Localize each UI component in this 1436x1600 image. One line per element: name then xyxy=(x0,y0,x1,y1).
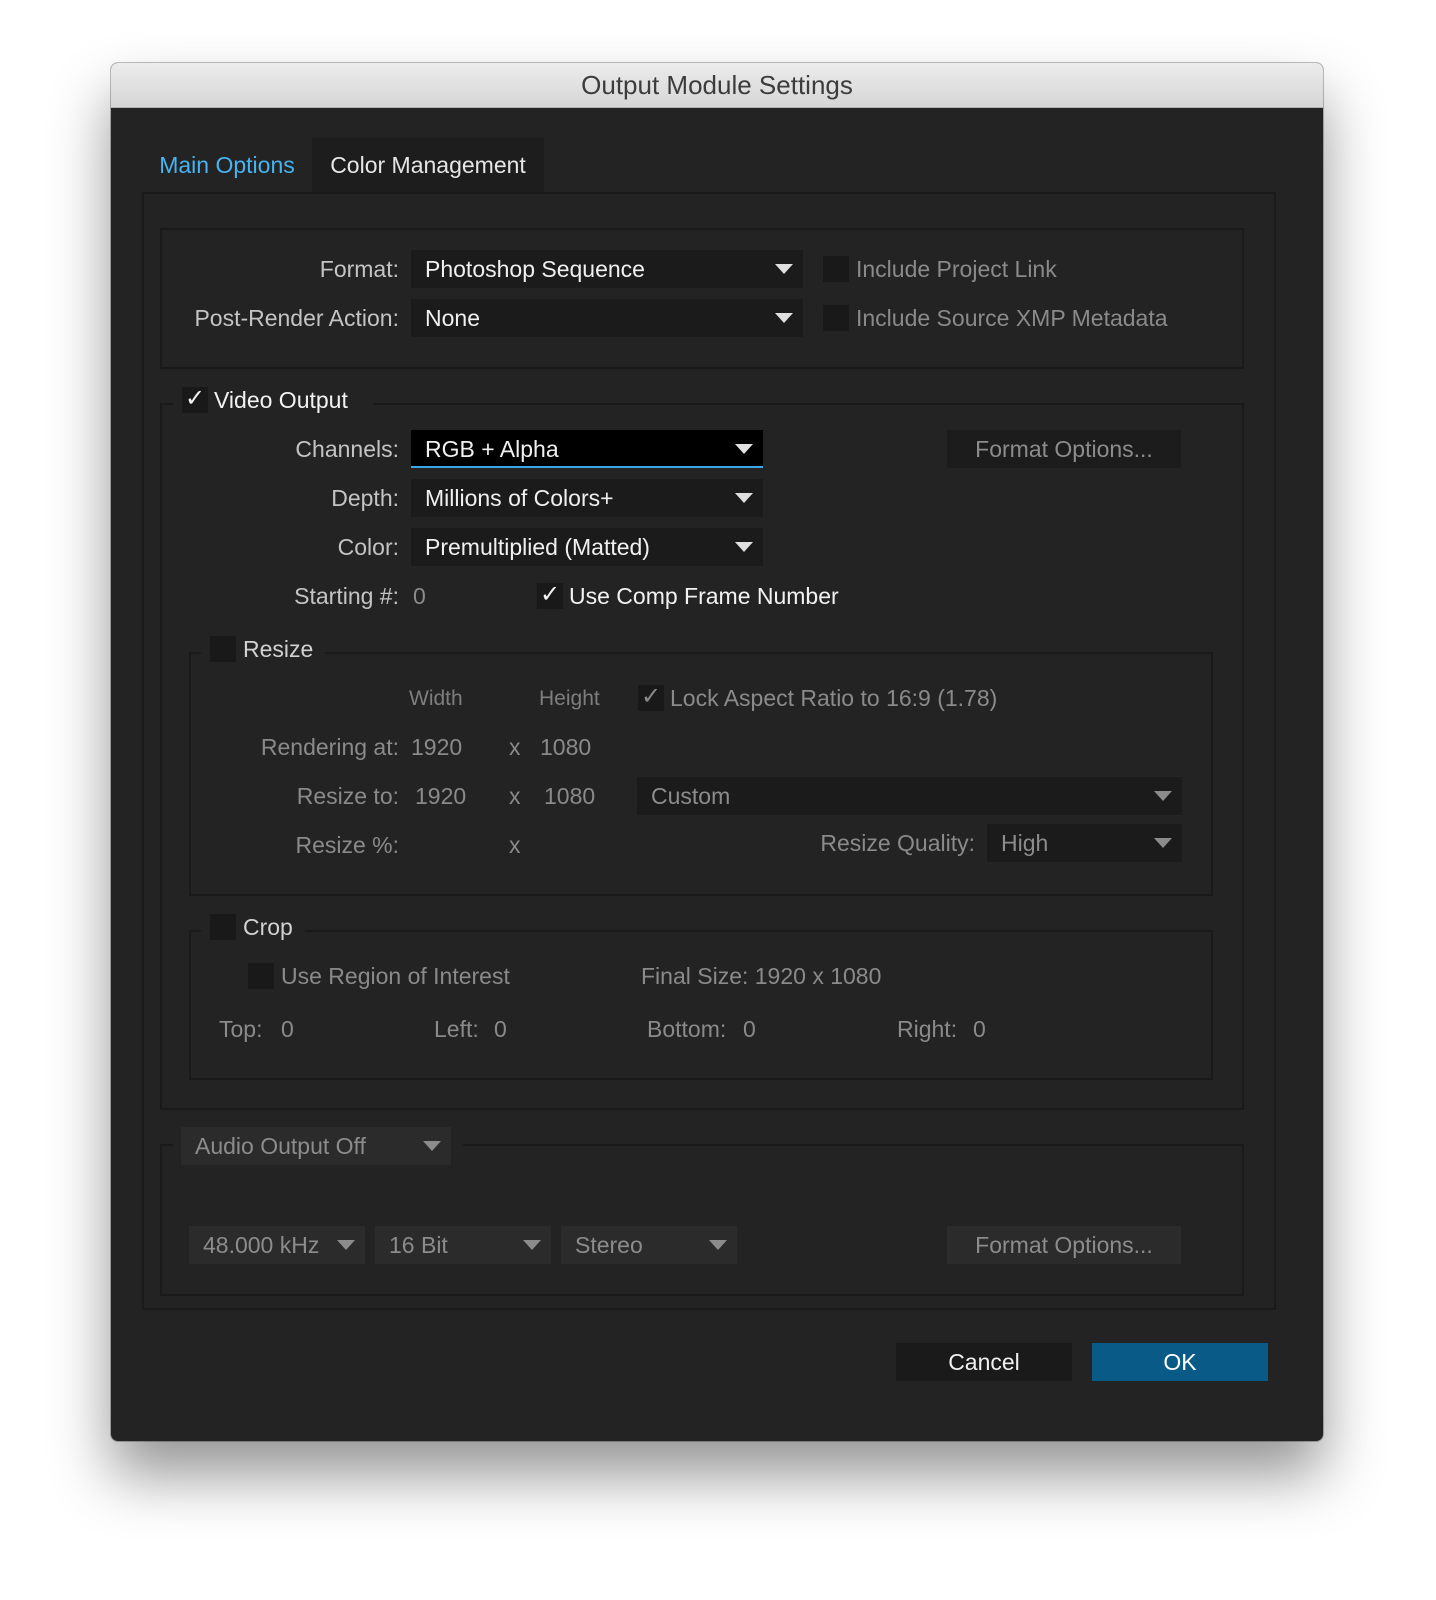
crop-bottom-field[interactable]: 0 xyxy=(743,1015,756,1043)
chevron-down-icon xyxy=(775,313,793,323)
resize-quality-label: Resize Quality: xyxy=(820,830,975,856)
use-roi-label: Use Region of Interest xyxy=(281,963,510,989)
crop-right-field[interactable]: 0 xyxy=(973,1015,986,1043)
chevron-down-icon xyxy=(735,493,753,503)
resize-percent-label: Resize %: xyxy=(295,832,399,858)
channels-value: RGB + Alpha xyxy=(425,436,559,462)
rendering-height: 1080 xyxy=(540,734,592,760)
chevron-down-icon xyxy=(709,1240,727,1250)
resize-preset-dropdown[interactable]: Custom xyxy=(637,777,1182,815)
color-label: Color: xyxy=(337,534,399,560)
depth-dropdown[interactable]: Millions of Colors+ xyxy=(411,479,763,517)
color-value: Premultiplied (Matted) xyxy=(425,534,650,560)
rendering-width: 1920 xyxy=(411,734,463,760)
format-value: Photoshop Sequence xyxy=(425,256,645,282)
audio-sample-rate-value: 48.000 kHz xyxy=(203,1232,320,1258)
chevron-down-icon xyxy=(1154,838,1172,848)
rendering-x: x xyxy=(509,734,521,760)
depth-value: Millions of Colors+ xyxy=(425,485,614,511)
post-render-dropdown[interactable]: None xyxy=(411,299,803,337)
crop-group xyxy=(189,930,1213,1080)
use-comp-frame-checkbox[interactable]: ✓ xyxy=(537,583,563,609)
use-comp-frame-label: Use Comp Frame Number xyxy=(569,583,839,609)
include-project-link-checkbox[interactable] xyxy=(823,256,849,282)
ok-button[interactable]: OK xyxy=(1092,1343,1268,1381)
audio-output-group xyxy=(160,1144,1244,1296)
tab-main-options[interactable]: Main Options xyxy=(142,138,312,192)
crop-bottom-label: Bottom: xyxy=(647,1016,727,1042)
depth-label: Depth: xyxy=(331,485,399,511)
chevron-down-icon xyxy=(1154,791,1172,801)
chevron-down-icon xyxy=(423,1141,441,1151)
resize-percent-x: x xyxy=(509,832,521,858)
tab-color-management[interactable]: Color Management xyxy=(312,138,544,192)
post-render-value: None xyxy=(425,305,480,331)
final-size-label: Final Size: 1920 x 1080 xyxy=(641,963,882,989)
chevron-down-icon xyxy=(775,264,793,274)
audio-bit-depth-dropdown[interactable]: 16 Bit xyxy=(375,1226,551,1264)
include-xmp-label: Include Source XMP Metadata xyxy=(856,305,1168,331)
channels-dropdown[interactable]: RGB + Alpha xyxy=(411,430,763,468)
window-title: Output Module Settings xyxy=(111,63,1323,108)
color-dropdown[interactable]: Premultiplied (Matted) xyxy=(411,528,763,566)
include-project-link-label: Include Project Link xyxy=(856,256,1057,282)
use-roi-checkbox[interactable] xyxy=(248,963,274,989)
resize-checkbox[interactable] xyxy=(210,636,236,662)
post-render-label: Post-Render Action: xyxy=(194,305,399,331)
format-dropdown[interactable]: Photoshop Sequence xyxy=(411,250,803,288)
resize-quality-value: High xyxy=(1001,830,1049,856)
audio-sample-rate-dropdown[interactable]: 48.000 kHz xyxy=(189,1226,365,1264)
resize-to-width-field[interactable]: 1920 xyxy=(415,782,466,810)
chevron-down-icon xyxy=(735,542,753,552)
video-output-checkbox[interactable]: ✓ xyxy=(182,387,208,413)
resize-to-x: x xyxy=(509,783,521,809)
rendering-at-label: Rendering at: xyxy=(260,734,399,760)
width-header: Width xyxy=(409,687,463,710)
audio-bit-depth-value: 16 Bit xyxy=(389,1232,448,1258)
crop-label: Crop xyxy=(243,914,293,940)
chevron-down-icon xyxy=(337,1240,355,1250)
video-format-options-button[interactable]: Format Options... xyxy=(947,430,1181,468)
include-xmp-checkbox[interactable] xyxy=(823,305,849,331)
channels-label: Channels: xyxy=(295,436,399,462)
resize-preset-value: Custom xyxy=(651,783,731,809)
crop-left-label: Left: xyxy=(434,1016,479,1042)
resize-quality-dropdown[interactable]: High xyxy=(987,824,1182,862)
output-module-settings-dialog: Output Module Settings Main Options Colo… xyxy=(111,63,1323,1441)
crop-top-label: Top: xyxy=(219,1016,263,1042)
resize-to-height-field[interactable]: 1080 xyxy=(544,782,595,810)
cancel-button[interactable]: Cancel xyxy=(896,1343,1072,1381)
lock-aspect-label: Lock Aspect Ratio to 16:9 (1.78) xyxy=(670,685,998,711)
video-output-label: Video Output xyxy=(214,387,348,413)
lock-aspect-checkbox[interactable]: ✓ xyxy=(638,685,664,711)
resize-to-label: Resize to: xyxy=(296,783,399,809)
chevron-down-icon xyxy=(523,1240,541,1250)
audio-channels-dropdown[interactable]: Stereo xyxy=(561,1226,737,1264)
audio-format-options-button[interactable]: Format Options... xyxy=(947,1226,1181,1264)
crop-checkbox[interactable] xyxy=(210,914,236,940)
audio-output-mode-dropdown[interactable]: Audio Output Off xyxy=(181,1127,451,1165)
crop-right-label: Right: xyxy=(897,1016,958,1042)
format-label: Format: xyxy=(319,256,399,282)
audio-output-mode-value: Audio Output Off xyxy=(195,1133,366,1159)
starting-number-label: Starting #: xyxy=(294,583,399,609)
crop-top-field[interactable]: 0 xyxy=(281,1015,294,1043)
starting-number-field[interactable]: 0 xyxy=(413,582,426,610)
resize-label: Resize xyxy=(243,636,314,662)
crop-left-field[interactable]: 0 xyxy=(494,1015,507,1043)
chevron-down-icon xyxy=(735,444,753,454)
height-header: Height xyxy=(539,687,600,710)
audio-channels-value: Stereo xyxy=(575,1232,643,1258)
